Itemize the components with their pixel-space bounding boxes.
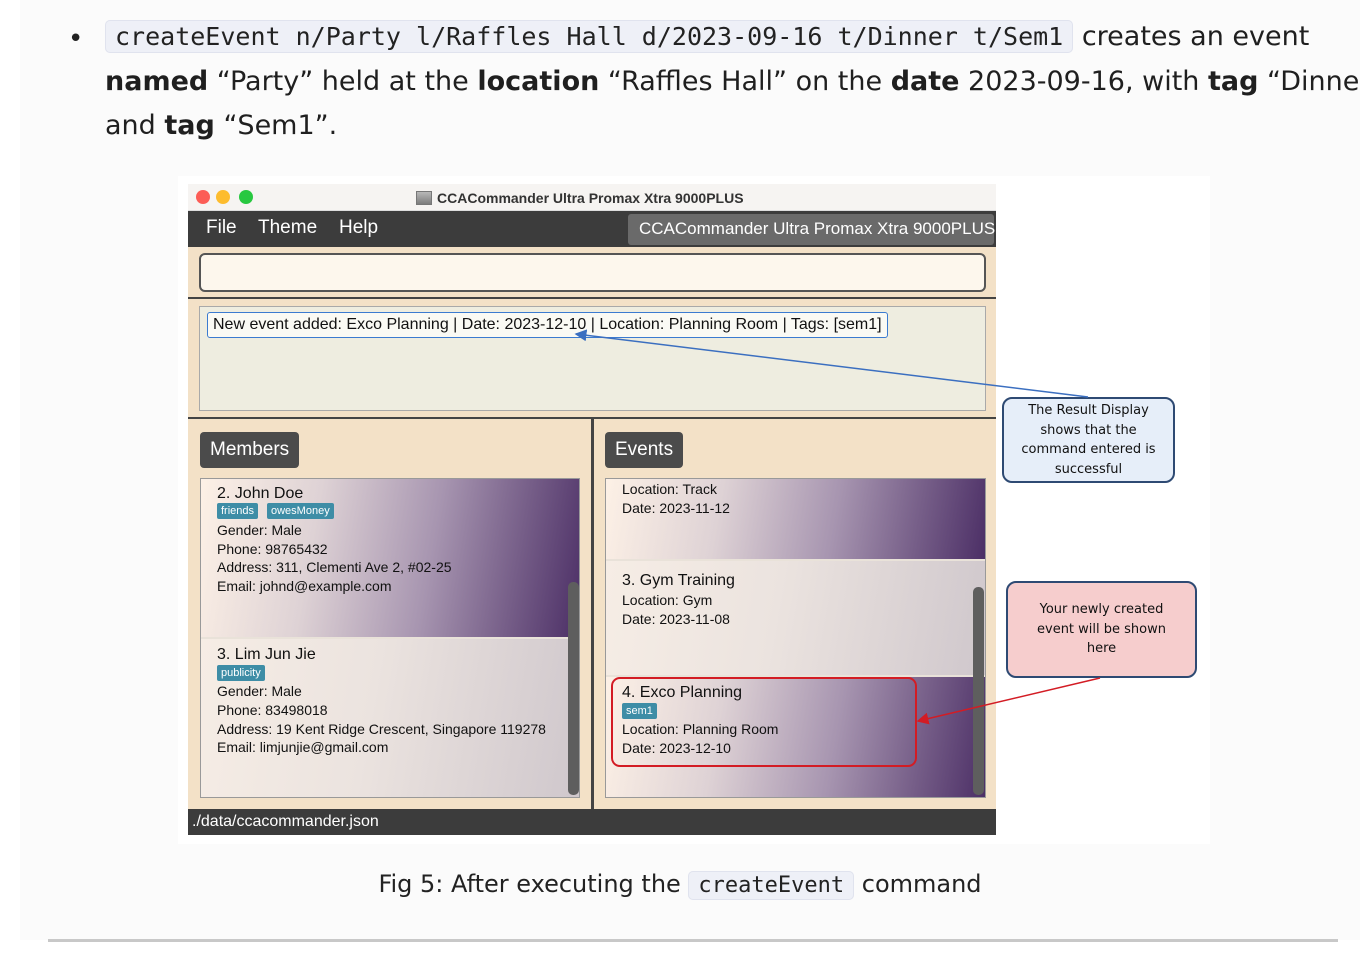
member-phone: Phone: 83498018 (217, 702, 328, 718)
member-gender: Gender: Male (217, 522, 302, 538)
menu-file[interactable]: File (206, 217, 237, 239)
description-paragraph: createEvent n/Party l/Raffles Hall d/202… (105, 15, 1360, 149)
event-date: Date: 2023-11-12 (622, 500, 730, 516)
member-gender: Gender: Male (217, 683, 302, 699)
close-window-button[interactable] (196, 190, 210, 204)
keyword-bold: tag (1208, 65, 1259, 97)
result-area: New event added: Exco Planning | Date: 2… (188, 301, 996, 419)
minimize-window-button[interactable] (216, 190, 230, 204)
events-scrollbar[interactable] (973, 587, 984, 795)
menu-help[interactable]: Help (339, 217, 378, 239)
figure-caption: Fig 5: After executing the createEvent c… (0, 866, 1360, 904)
line1-text: creates an event (1073, 21, 1310, 52)
panel-divider (591, 419, 594, 819)
member-tag: owesMoney (267, 503, 334, 519)
menu-theme[interactable]: Theme (258, 217, 317, 239)
new-event-highlight (611, 677, 917, 767)
event-card[interactable]: 3. Gym Training Location: Gym Date: 2023… (606, 561, 985, 675)
window-title-text: CCACommander Ultra Promax Xtra 9000PLUS (437, 190, 744, 206)
command-input[interactable] (199, 253, 986, 292)
result-callout-line: The Result Display (1028, 403, 1149, 418)
event-date: Date: 2023-11-08 (622, 611, 730, 627)
member-phone: Phone: 98765432 (217, 541, 328, 557)
member-card[interactable]: 3. Lim Jun Jie publicity Gender: Male Ph… (201, 639, 579, 797)
keyword-bold: tag (164, 110, 215, 141)
member-name: 3. Lim Jun Jie (217, 646, 316, 663)
paragraph-text: 2023-09-16, with (959, 65, 1208, 97)
paragraph-text: “Dinner” (1267, 65, 1360, 97)
paragraph-line-1: createEvent n/Party l/Raffles Hall d/202… (105, 15, 1330, 60)
caption-text: command (854, 870, 982, 898)
member-name: 2. John Doe (217, 485, 304, 502)
keyword-bold: date (890, 65, 960, 97)
result-callout-line: command entered is (1021, 442, 1156, 457)
status-bar-file-path: ./data/ccacommander.json (188, 809, 996, 835)
command-code: createEvent n/Party l/Raffles Hall d/202… (105, 20, 1074, 53)
paragraph-line-3: and tag “Sem1”. (105, 104, 1330, 149)
events-header: Events (605, 432, 684, 468)
title-bar: CCACommander Ultra Promax Xtra 9000PLUS (188, 184, 996, 211)
result-display-callout: The Result Display shows that the comman… (1002, 397, 1175, 483)
paragraph-line-2: named “Party” held at the location “Raff… (105, 60, 1360, 105)
member-card[interactable]: 2. John Doe friends owesMoney Gender: Ma… (201, 479, 579, 637)
result-callout-text: The Result Display shows that the comman… (1013, 401, 1163, 479)
result-callout-line: shows that the (1040, 422, 1137, 438)
result-callout-line: successful (1054, 461, 1123, 477)
keyword-bold: location (477, 65, 600, 97)
member-email: Email: johnd@example.com (217, 578, 392, 594)
paragraph-text: “Party” held at the (208, 65, 478, 97)
horizontal-rule (48, 939, 1338, 942)
menu-app-title-text: CCACommander Ultra Promax Xtra 9000PLUS (639, 219, 996, 238)
window-title: CCACommander Ultra Promax Xtra 9000PLUS (416, 188, 744, 208)
member-email: Email: limjunjie@gmail.com (217, 739, 389, 755)
new-event-callout: Your newly created event will be shown h… (1006, 581, 1197, 678)
event-callout-text: Your newly created event will be shown h… (1029, 600, 1174, 659)
event-card[interactable]: Location: Track Date: 2023-11-12 (606, 479, 985, 559)
member-address: Address: 19 Kent Ridge Crescent, Singapo… (217, 721, 546, 737)
member-tag: publicity (217, 665, 265, 681)
caption-text: Fig 5: After executing the (378, 870, 689, 898)
menu-bar: File Theme Help CCACommander Ultra Proma… (188, 211, 996, 247)
event-callout-line: here (1086, 641, 1117, 657)
member-address: Address: 311, Clementi Ave 2, #02-25 (217, 559, 452, 575)
paragraph-text: “Raffles Hall” on the (599, 65, 891, 97)
result-display: New event added: Exco Planning | Date: 2… (199, 306, 986, 411)
members-header: Members (200, 432, 300, 468)
event-location: Location: Track (622, 481, 717, 497)
keyword-bold: named (105, 65, 209, 97)
event-callout-line: Your newly created (1039, 602, 1164, 618)
event-name: 3. Gym Training (622, 572, 735, 589)
event-callout-line: event will be shown (1037, 621, 1166, 637)
paragraph-text: and (105, 110, 165, 141)
maximize-window-button[interactable] (239, 190, 253, 204)
bullet: • (68, 24, 84, 54)
caption-code: createEvent (688, 871, 855, 900)
event-location: Location: Gym (622, 592, 713, 608)
command-area (188, 247, 996, 299)
member-tag: friends (217, 503, 259, 519)
menu-app-title: CCACommander Ultra Promax Xtra 9000PLUS (628, 214, 996, 245)
paragraph-text: “Sem1”. (214, 110, 338, 141)
result-message: New event added: Exco Planning | Date: 2… (207, 312, 888, 338)
app-icon (416, 191, 432, 205)
members-scrollbar[interactable] (568, 582, 579, 795)
members-list[interactable]: 2. John Doe friends owesMoney Gender: Ma… (200, 478, 580, 798)
